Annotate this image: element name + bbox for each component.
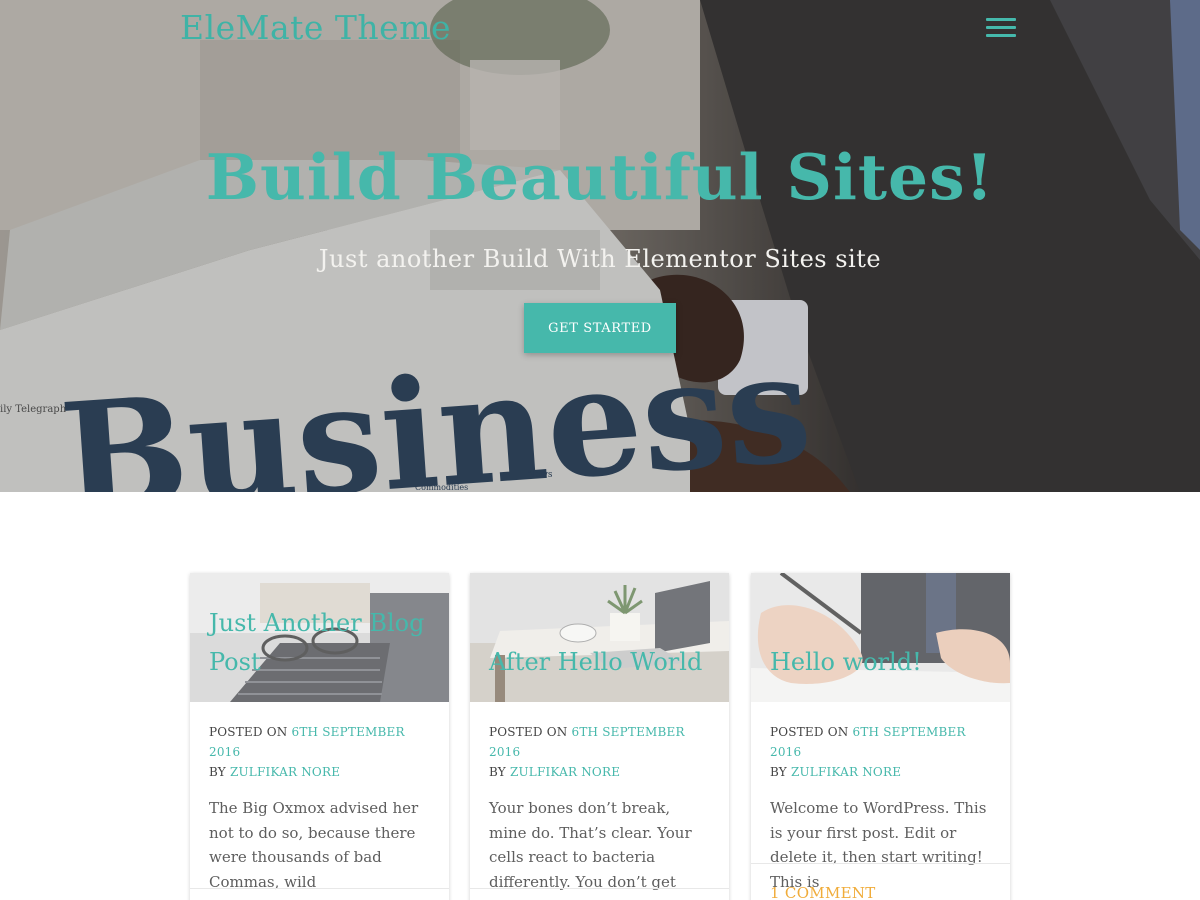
post-thumbnail[interactable]: Hello world! <box>751 573 1010 702</box>
post-author-link[interactable]: ZULFIKAR NORE <box>510 765 620 779</box>
card-divider <box>190 888 449 889</box>
hamburger-menu-icon[interactable] <box>986 18 1016 42</box>
post-card: Hello world! POSTED ON 6TH SEPTEMBER 201… <box>751 573 1010 900</box>
post-meta: POSTED ON 6TH SEPTEMBER 2016 BY ZULFIKAR… <box>751 702 1010 782</box>
hero-section: Business ily Telegraph News Commodities … <box>0 0 1200 492</box>
post-author-link[interactable]: ZULFIKAR NORE <box>791 765 901 779</box>
post-meta: POSTED ON 6TH SEPTEMBER 2016 BY ZULFIKAR… <box>190 702 449 782</box>
card-divider <box>751 863 1010 864</box>
post-title-link[interactable]: Hello world! <box>770 643 996 682</box>
post-card: After Hello World POSTED ON 6TH SEPTEMBE… <box>470 573 729 900</box>
by-label: BY <box>209 765 226 779</box>
hero-subheading: Just another Build With Elementor Sites … <box>318 245 882 273</box>
post-excerpt: The Big Oxmox advised her not to do so, … <box>209 799 419 891</box>
post-title-link[interactable]: Just Another Blog Post <box>209 604 435 682</box>
site-title[interactable]: EleMate Theme <box>180 8 451 47</box>
post-title-link[interactable]: After Hello World <box>489 643 715 682</box>
post-cards: Just Another Blog Post POSTED ON 6TH SEP… <box>190 573 1010 900</box>
post-card: Just Another Blog Post POSTED ON 6TH SEP… <box>190 573 449 900</box>
posted-on-label: POSTED ON <box>770 725 849 739</box>
posted-on-label: POSTED ON <box>489 725 568 739</box>
post-thumbnail[interactable]: After Hello World <box>470 573 729 702</box>
post-thumbnail-image <box>751 573 1010 702</box>
post-thumbnail[interactable]: Just Another Blog Post <box>190 573 449 702</box>
card-divider <box>470 888 729 889</box>
by-label: BY <box>489 765 506 779</box>
post-thumbnail-image <box>470 573 729 702</box>
comments-link[interactable]: 1 COMMENT <box>770 884 876 900</box>
by-label: BY <box>770 765 787 779</box>
hero-heading: Build Beautiful Sites! <box>205 140 995 214</box>
post-excerpt: Your bones don’t break, mine do. That’s … <box>489 799 692 891</box>
post-excerpt: Welcome to WordPress. This is your first… <box>770 799 987 891</box>
post-meta: POSTED ON 6TH SEPTEMBER 2016 BY ZULFIKAR… <box>470 702 729 782</box>
post-author-link[interactable]: ZULFIKAR NORE <box>230 765 340 779</box>
posted-on-label: POSTED ON <box>209 725 288 739</box>
get-started-button[interactable]: GET STARTED <box>524 303 676 353</box>
